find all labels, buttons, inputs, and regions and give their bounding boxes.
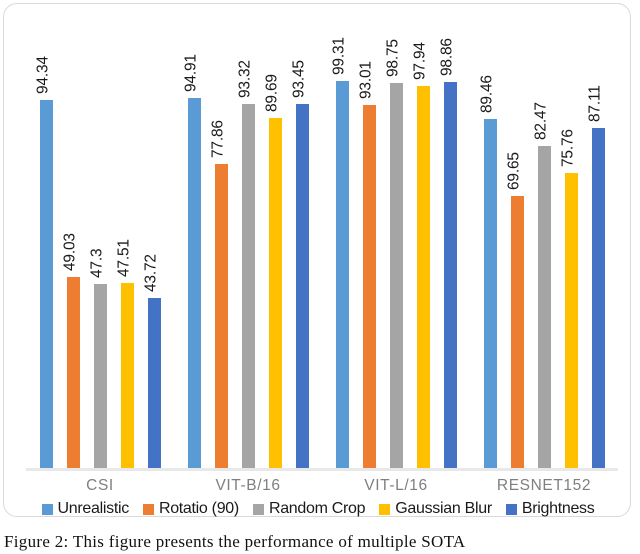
bar[interactable] bbox=[295, 103, 309, 468]
bar-value-label: 47.3 bbox=[88, 248, 106, 278]
bar-slot: 77.86 bbox=[208, 14, 235, 468]
bar-slot: 49.03 bbox=[60, 14, 87, 468]
bar-value-label: 87.11 bbox=[586, 85, 604, 123]
legend-item-brightness[interactable]: Brightness bbox=[505, 500, 595, 518]
category-axis-labels: CSI VIT-B/16 VIT-L/16 RESNET152 bbox=[26, 474, 618, 498]
bar-slot: 93.32 bbox=[235, 14, 262, 468]
figure-caption: Figure 2: This figure presents the perfo… bbox=[4, 532, 466, 551]
bar-group-csi: 94.34 49.03 47.3 47.51 43.72 bbox=[26, 14, 174, 468]
bar[interactable] bbox=[362, 105, 376, 468]
bar-slot: 43.72 bbox=[141, 14, 168, 468]
bar-slot: 98.86 bbox=[437, 14, 464, 468]
bar-value-label: 97.94 bbox=[411, 42, 429, 81]
bar-slot: 82.47 bbox=[531, 14, 558, 468]
bar[interactable] bbox=[214, 164, 228, 468]
category-label-vit-b-16: VIT-B/16 bbox=[215, 477, 281, 494]
legend-item-random-crop[interactable]: Random Crop bbox=[252, 500, 366, 518]
bar-slot: 94.34 bbox=[33, 14, 60, 468]
bar-value-label: 89.46 bbox=[478, 75, 496, 114]
legend-item-gaussian-blur[interactable]: Gaussian Blur bbox=[379, 500, 492, 518]
bar-value-label: 93.32 bbox=[236, 60, 254, 99]
bar-value-label: 98.75 bbox=[384, 39, 402, 77]
bar-slot: 47.51 bbox=[114, 14, 141, 468]
bar-value-label: 77.86 bbox=[209, 120, 227, 159]
bar[interactable] bbox=[93, 283, 107, 468]
category-label-csi: CSI bbox=[86, 477, 114, 494]
legend-label: Gaussian Blur bbox=[395, 500, 492, 517]
legend-swatch-icon bbox=[41, 503, 53, 515]
bar-value-label: 89.69 bbox=[263, 74, 281, 113]
bar-slot: 99.31 bbox=[329, 14, 356, 468]
bar[interactable] bbox=[443, 82, 457, 468]
bar-slot: 94.91 bbox=[181, 14, 208, 468]
bar-slot: 89.46 bbox=[477, 14, 504, 468]
legend-label: Brightness bbox=[521, 500, 595, 517]
legend-label: Unrealistic bbox=[57, 500, 130, 517]
bar-slot: 75.76 bbox=[558, 14, 585, 468]
bar[interactable] bbox=[241, 104, 255, 468]
legend-swatch-icon bbox=[379, 503, 391, 515]
bar-value-label: 43.72 bbox=[142, 253, 160, 292]
bar-group-resnet152: 89.46 69.65 82.47 75.76 87.11 bbox=[470, 14, 618, 468]
bar[interactable] bbox=[66, 276, 80, 468]
bar[interactable] bbox=[268, 118, 282, 468]
bar-value-label: 94.91 bbox=[182, 54, 200, 92]
bar[interactable] bbox=[187, 97, 201, 468]
bar[interactable] bbox=[120, 282, 134, 468]
legend-item-rotatio-90-[interactable]: Rotatio (90) bbox=[142, 500, 239, 518]
bar-value-label: 94.34 bbox=[34, 56, 52, 95]
bar-value-label: 75.76 bbox=[559, 128, 577, 167]
legend-swatch-icon bbox=[142, 503, 154, 515]
bar-slot: 87.11 bbox=[585, 14, 612, 468]
bar-groups-container: 94.34 49.03 47.3 47.51 43.72 94.91 77.86 93.32 8… bbox=[26, 14, 618, 468]
bar-value-label: 82.47 bbox=[532, 102, 550, 141]
category-label-vit-l-16: VIT-L/16 bbox=[364, 477, 428, 494]
bar-value-label: 93.01 bbox=[357, 61, 375, 100]
bar-value-label: 98.86 bbox=[438, 38, 456, 77]
bar-value-label: 99.31 bbox=[330, 36, 348, 75]
legend-swatch-icon bbox=[252, 503, 264, 515]
bar[interactable] bbox=[510, 196, 524, 468]
bar-slot: 93.01 bbox=[356, 14, 383, 468]
bar-slot: 93.45 bbox=[289, 14, 316, 468]
category-label-resnet152: RESNET152 bbox=[496, 477, 592, 494]
bar-value-label: 69.65 bbox=[505, 152, 523, 191]
bar-slot: 97.94 bbox=[410, 14, 437, 468]
bar[interactable] bbox=[389, 82, 403, 468]
bar-slot: 69.65 bbox=[504, 14, 531, 468]
bar[interactable] bbox=[537, 146, 551, 468]
bar-group-vit-l-16: 99.31 93.01 98.75 97.94 98.86 bbox=[322, 14, 470, 468]
bar-value-label: 93.45 bbox=[290, 59, 308, 98]
chart-frame: 94.34 49.03 47.3 47.51 43.72 94.91 77.86 93.32 8… bbox=[3, 3, 631, 517]
chart-legend: Unrealistic Rotatio (90) Random Crop Gaussi… bbox=[4, 498, 632, 520]
bar-group-vit-b-16: 94.91 77.86 93.32 89.69 93.45 bbox=[174, 14, 322, 468]
bar[interactable] bbox=[416, 86, 430, 468]
bar[interactable] bbox=[39, 100, 53, 468]
legend-label: Rotatio (90) bbox=[158, 500, 239, 517]
bar[interactable] bbox=[483, 119, 497, 468]
bar-slot: 47.3 bbox=[87, 14, 114, 468]
bar-value-label: 47.51 bbox=[115, 238, 133, 277]
legend-label: Random Crop bbox=[268, 500, 366, 517]
bar[interactable] bbox=[564, 172, 578, 468]
bar[interactable] bbox=[147, 297, 161, 468]
bar-value-label: 49.03 bbox=[61, 233, 79, 271]
legend-swatch-icon bbox=[505, 503, 517, 515]
bar-slot: 89.69 bbox=[262, 14, 289, 468]
legend-item-unrealistic[interactable]: Unrealistic bbox=[41, 500, 130, 518]
bar[interactable] bbox=[335, 80, 349, 468]
bar-slot: 98.75 bbox=[383, 14, 410, 468]
category-axis-line bbox=[26, 468, 618, 471]
bar[interactable] bbox=[591, 128, 605, 468]
